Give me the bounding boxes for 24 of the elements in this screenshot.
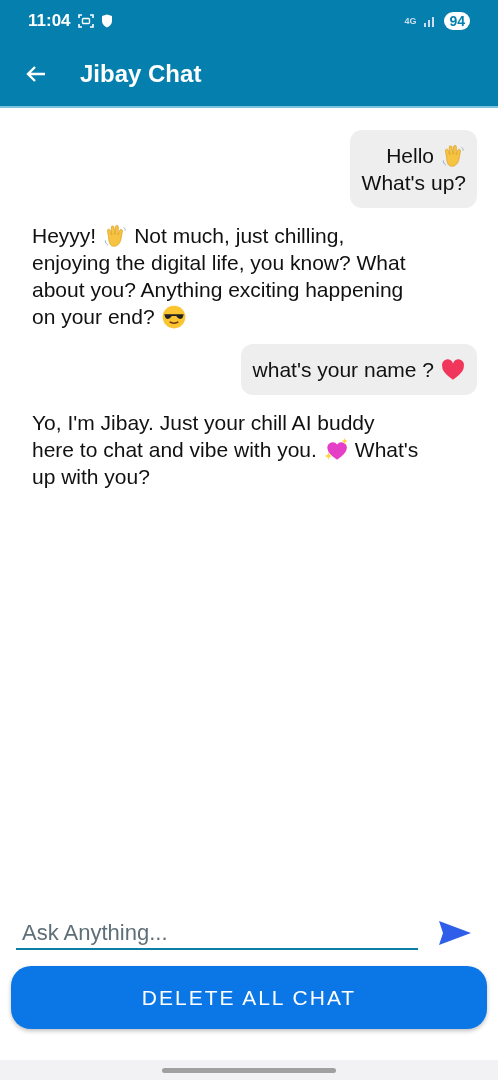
message-text: Heyyy! — [32, 223, 97, 249]
message-text: Not much, just chilling, — [134, 223, 345, 249]
delete-all-chat-button[interactable]: DELETE ALL CHAT — [11, 966, 487, 1029]
clock-time: 11:04 — [28, 11, 71, 31]
message-text: Yo, I'm Jibay. Just your chill AI buddy — [32, 410, 375, 436]
message-text: What's — [354, 437, 419, 463]
message-text: on your end? — [32, 304, 155, 330]
message-text: here to chat and vibe with you. — [32, 437, 317, 463]
waving-hand-icon — [440, 142, 466, 169]
sunglasses-face-icon — [160, 303, 187, 330]
app-title: Jibay Chat — [80, 60, 202, 88]
battery-level: 94 — [444, 12, 470, 30]
network-label: 4G — [404, 16, 417, 26]
message-text: about you? Anything exciting happening — [32, 277, 404, 303]
message-text: What's up? — [361, 170, 466, 196]
screenshot-icon — [77, 14, 94, 28]
home-handle[interactable] — [162, 1067, 336, 1073]
shield-icon — [100, 14, 113, 28]
message-text: up with you? — [32, 464, 150, 490]
message-text: enjoying the digital life, you know? What — [32, 250, 406, 276]
message-text: Hello — [386, 143, 434, 169]
message-text: what's your name ? — [252, 357, 434, 383]
waving-hand-icon — [102, 222, 129, 249]
send-icon[interactable] — [438, 919, 472, 947]
